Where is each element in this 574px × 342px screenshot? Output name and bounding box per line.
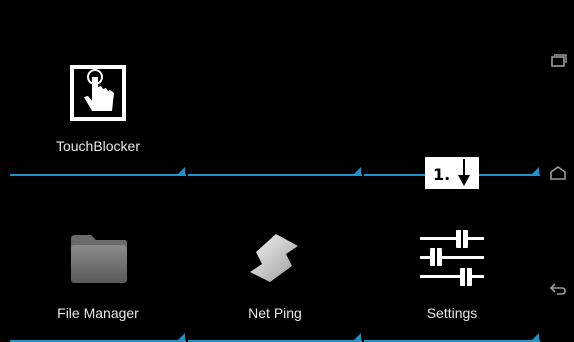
arrow-down-icon — [458, 159, 470, 186]
back-icon[interactable] — [549, 280, 567, 298]
tile-file-manager[interactable]: File Manager — [10, 178, 186, 342]
sliders-icon — [420, 228, 484, 288]
callout-text: 1. — [433, 165, 451, 184]
step-callout: 1. — [425, 157, 479, 189]
home-icon[interactable] — [549, 164, 567, 182]
tile-label: File Manager — [57, 305, 139, 321]
tile-settings[interactable]: Settings — [364, 178, 540, 342]
tile-net-ping[interactable]: Net Ping — [188, 178, 362, 342]
tile-corner — [354, 167, 361, 174]
net-ping-icon — [246, 230, 302, 286]
tile-label: Net Ping — [248, 305, 302, 321]
tile-empty-1[interactable] — [188, 10, 362, 176]
tile-touchblocker[interactable]: TouchBlocker — [10, 10, 186, 176]
tile-corner — [178, 167, 185, 174]
folder-icon — [69, 233, 129, 285]
tile-corner — [354, 333, 361, 340]
navigation-bar — [540, 0, 574, 342]
hand-touch-icon — [68, 63, 128, 123]
tile-label: TouchBlocker — [55, 138, 141, 154]
recent-apps-icon[interactable] — [549, 52, 567, 70]
tile-empty-2[interactable] — [364, 10, 540, 176]
tile-label: Settings — [426, 305, 478, 321]
tile-corner — [178, 333, 185, 340]
tile-corner — [532, 333, 539, 340]
tile-corner — [532, 167, 539, 174]
tile-underline — [188, 174, 362, 176]
tile-underline — [10, 174, 186, 176]
